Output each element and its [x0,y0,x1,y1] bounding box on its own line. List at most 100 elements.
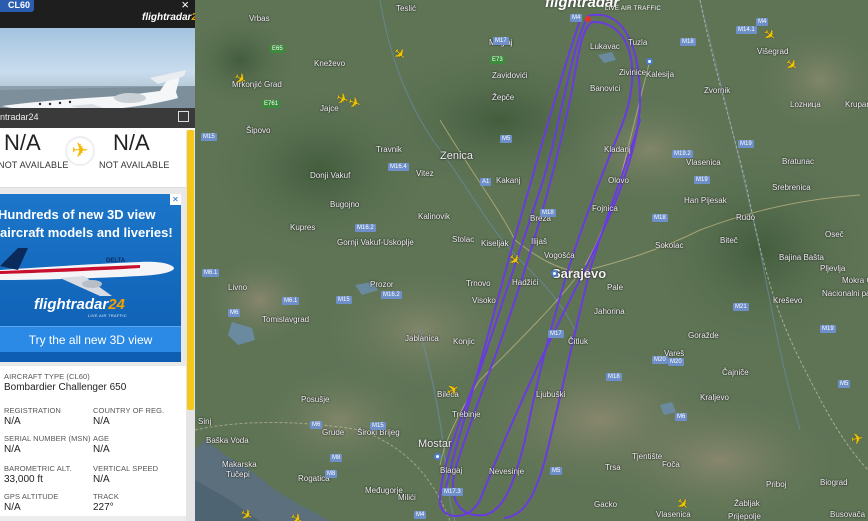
vertical-speed-label: VERTICAL SPEED [93,464,159,473]
road-marker: M17 [548,330,564,338]
map-label: Mostar [418,438,452,450]
route-airplane-icon: ✈ [65,136,95,166]
aircraft-photo[interactable] [0,28,195,108]
road-marker: M19 [694,176,710,184]
map-label: Vogošća [544,251,575,260]
map-label: Kiseljak [481,239,509,248]
destination-name: NOT AVAILABLE [99,160,170,170]
road-marker: M8 [330,454,343,462]
map-label: Kneževo [314,59,346,68]
road-marker: M5 [838,380,851,388]
map-label: Ljubuški [536,390,566,399]
map-label: Livno [228,283,248,292]
map-label: Prozor [370,280,394,289]
advertisement-banner[interactable]: ✕ Hundreds of new 3D view aircraft model… [0,194,181,362]
map-label: Tomislavgrad [262,315,310,324]
map-label: Teslić [396,4,417,13]
ad-cta-button[interactable]: Try the all new 3D view [0,326,181,352]
map-label: Lukavac [590,42,620,51]
serial-label: SERIAL NUMBER (MSN) [4,434,91,443]
flightradar-app: Tuzla Lukavac Zivinice Banovici Kalesija Zvor… [0,0,868,521]
road-marker: M8 [325,470,338,478]
map-label: Gacko [594,500,618,509]
map-label: Mokra Gora [842,276,868,285]
gps-alt-label: GPS ALTITUDE [4,492,59,501]
ad-info-icon[interactable]: ✕ [170,194,181,205]
road-marker: M20 [652,356,668,364]
map-label: Priboj [766,480,787,489]
map-label: Ilijaš [531,237,548,246]
watermark-subtitle: LIVE AIR TRAFFIC [605,6,662,12]
map-label: Gornji Vakuf-Uskoplje [337,238,414,247]
map-label: Kalesija [646,70,675,79]
map-label: Makarska [222,460,257,469]
serial-value: N/A [4,444,21,455]
airport-pin-mostar[interactable] [434,453,441,460]
aircraft-position-marker[interactable] [585,16,591,22]
road-marker: M20 [668,358,684,366]
map-label: Zvornik [704,86,731,95]
aircraft-type-value: Bombardier Challenger 650 [4,382,127,393]
map-label: Žabljak [734,499,760,508]
map-label: Baška Voda [206,436,249,445]
ad-logo-accent: 24 [108,296,125,313]
origin-code: N/A [4,130,41,155]
map-label: Oseč [825,230,844,239]
road-marker: E761 [262,100,281,108]
map-label: Trsa [605,463,621,472]
close-icon[interactable]: × [181,0,189,12]
road-marker: M4 [570,14,583,22]
map-label: Tučepi [226,470,250,479]
panel-scroll-thumb[interactable] [187,130,194,410]
map-label: Biograd [820,478,848,487]
brand-accent: 24 [191,12,195,23]
vertical-speed-field: VERTICAL SPEED N/A [93,464,158,485]
map-label: Čajniče [722,368,749,377]
ad-logo-main: flightradar [34,296,109,313]
road-marker: M16.2 [381,291,402,299]
map-label: Fojnica [592,204,618,213]
map-label: Trnovo [466,279,491,288]
svg-text:DELTA: DELTA [106,258,126,264]
map-label: Milići [398,493,416,502]
ad-airliner-illustration: DELTA [0,248,174,296]
airport-pin-tuzla[interactable] [646,58,653,65]
road-marker: M17 [493,37,509,45]
map-label: Nevesinje [489,467,525,476]
map-label: Sinj [198,417,212,426]
panel-scrollbar[interactable] [186,130,195,521]
map-label: Kreševo [773,296,803,305]
map-label: Biteč [720,236,738,245]
map-label: Grude [322,428,345,437]
map-label: Banovici [590,84,621,93]
map-label: Kraljevo [700,393,729,402]
aircraft-details: AIRCRAFT TYPE (CL60) Bombardier Challeng… [0,366,195,516]
map-label: Jablanica [405,334,439,343]
aircraft-icon[interactable]: ✈ [850,430,865,449]
advertisement-container: ✕ Hundreds of new 3D view aircraft model… [0,188,195,366]
country-value: N/A [93,416,110,427]
map-label: Nacionalni park [822,289,868,298]
road-marker: M4 [414,511,427,519]
map-label: Foča [662,460,680,469]
airport-pin-sarajevo[interactable] [551,270,558,277]
map-label: Vitez [416,169,434,178]
route-summary: N/A NOT AVAILABLE ✈ N/A NOT AVAILABLE [0,128,195,188]
vertical-speed-value: N/A [93,474,110,485]
map-label: Posušje [301,395,330,404]
map-label: Kladanj [604,145,631,154]
external-link-icon[interactable] [178,111,189,122]
road-marker: M6 [310,421,323,429]
map-label: Kakanj [496,176,521,185]
flight-info-panel: CL60 flightradar24 × ntradar24 [0,0,195,521]
road-marker: M14.1 [736,26,757,34]
road-marker: M6 [228,309,241,317]
road-marker: M15 [336,296,352,304]
map-label: Žepče [492,93,515,102]
road-marker: E65 [270,45,285,53]
map-label: Olovo [608,176,629,185]
road-marker: M18 [652,214,668,222]
map-label: Donji Vakuf [310,171,351,180]
map-label: Vrbas [249,14,270,23]
road-marker: M19.2 [672,150,693,158]
